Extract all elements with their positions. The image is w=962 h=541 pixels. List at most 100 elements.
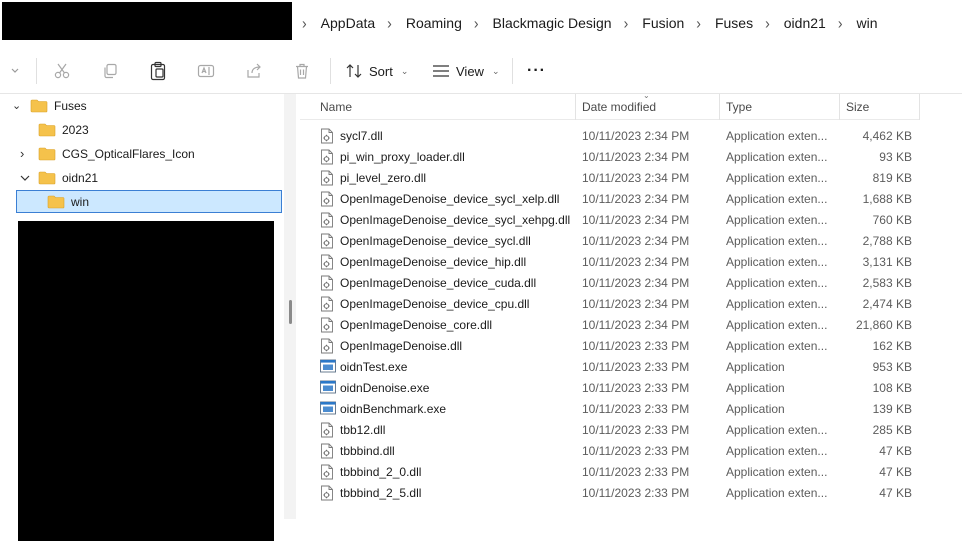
copy-icon[interactable] xyxy=(100,61,120,81)
breadcrumb-item-oidn21[interactable]: oidn21 xyxy=(780,15,832,31)
new-chevron-icon[interactable] xyxy=(10,61,20,81)
table-row[interactable]: oidnBenchmark.exe 10/11/2023 2:33 PM Appli… xyxy=(320,398,920,419)
breadcrumb-item-roaming[interactable]: Roaming xyxy=(402,15,468,31)
table-row[interactable]: OpenImageDenoise_core.dll 10/11/2023 2:34… xyxy=(320,314,920,335)
table-row[interactable]: sycl7.dll 10/11/2023 2:34 PM Application e… xyxy=(320,125,920,146)
address-bar[interactable]: › AppData › Roaming › Blackmagic Design … xyxy=(0,0,962,45)
table-row[interactable]: tbbbind_2_5.dll 10/11/2023 2:33 PM Applica… xyxy=(320,482,920,503)
file-size: 47 KB xyxy=(879,464,912,479)
table-row[interactable]: tbbbind_2_0.dll 10/11/2023 2:33 PM Applica… xyxy=(320,461,920,482)
toolbar-divider xyxy=(512,58,513,84)
table-row[interactable]: OpenImageDenoise_device_sycl_xehpg.dll 10… xyxy=(320,209,920,230)
file-type: Application exten... xyxy=(726,128,828,143)
file-name-cell[interactable]: OpenImageDenoise_device_cuda.dll xyxy=(320,275,536,291)
view-icon xyxy=(433,65,449,77)
share-icon[interactable] xyxy=(244,61,264,81)
column-header-name[interactable]: Name xyxy=(314,94,574,120)
file-name-cell[interactable]: pi_level_zero.dll xyxy=(320,170,426,186)
chevron-right-icon[interactable]: › xyxy=(759,14,780,32)
chevron-down-icon: ⌄ xyxy=(491,65,500,76)
chevron-right-icon[interactable]: › xyxy=(381,14,402,32)
file-size: 2,788 KB xyxy=(862,233,912,248)
table-row[interactable]: tbbbind.dll 10/11/2023 2:33 PM Application… xyxy=(320,440,920,461)
file-name: tbbbind_2_0.dll xyxy=(340,464,422,479)
file-type: Application exten... xyxy=(726,296,828,311)
chevron-right-icon[interactable]: › xyxy=(618,14,639,32)
column-header-date-modified[interactable]: Date modified xyxy=(576,94,718,120)
file-name-cell[interactable]: pi_win_proxy_loader.dll xyxy=(320,149,465,165)
table-row[interactable]: OpenImageDenoise_device_sycl.dll 10/11/20… xyxy=(320,230,920,251)
breadcrumb-item-fusion[interactable]: Fusion xyxy=(638,15,690,31)
file-type: Application exten... xyxy=(726,170,828,185)
nav-item-oidn21[interactable]: oidn21 xyxy=(20,166,98,189)
nav-item-2023[interactable]: 2023 xyxy=(38,118,89,141)
file-name-cell[interactable]: OpenImageDenoise_device_hip.dll xyxy=(320,254,526,270)
rename-icon[interactable] xyxy=(196,61,216,81)
table-row[interactable]: tbb12.dll 10/11/2023 2:33 PM Application e… xyxy=(320,419,920,440)
file-type: Application xyxy=(726,380,785,395)
table-row[interactable]: OpenImageDenoise_device_cuda.dll 10/11/20… xyxy=(320,272,920,293)
file-name-cell[interactable]: tbbbind_2_0.dll xyxy=(320,464,421,480)
file-name-cell[interactable]: tbbbind.dll xyxy=(320,443,395,459)
expanded-chevron-icon[interactable] xyxy=(20,171,38,185)
file-name-cell[interactable]: OpenImageDenoise_device_sycl_xehpg.dll xyxy=(320,212,570,228)
expanded-chevron-icon[interactable]: ⌄ xyxy=(12,99,21,112)
file-type: Application exten... xyxy=(726,254,828,269)
chevron-right-icon[interactable]: › xyxy=(468,14,489,32)
file-name-cell[interactable]: OpenImageDenoise_device_cpu.dll xyxy=(320,296,529,312)
file-name: OpenImageDenoise_device_sycl.dll xyxy=(340,233,531,248)
file-name: OpenImageDenoise.dll xyxy=(340,338,463,353)
breadcrumb-item-win[interactable]: win xyxy=(852,15,883,31)
table-row[interactable]: OpenImageDenoise_device_sycl_xelp.dll 10/… xyxy=(320,188,920,209)
file-list: Name ⌄ Date modified Type Size sycl7.dll… xyxy=(300,91,962,514)
file-name-cell[interactable]: oidnBenchmark.exe xyxy=(320,401,446,417)
file-name-cell[interactable]: sycl7.dll xyxy=(320,128,383,144)
column-header-type[interactable]: Type xyxy=(720,94,838,120)
table-row[interactable]: oidnTest.exe 10/11/2023 2:33 PM Applicatio… xyxy=(320,356,920,377)
nav-scrollbar[interactable] xyxy=(289,300,292,324)
dll-icon xyxy=(320,170,334,186)
file-name-cell[interactable]: OpenImageDenoise_device_sycl_xelp.dll xyxy=(320,191,559,207)
column-header-size[interactable]: Size xyxy=(840,94,920,120)
table-row[interactable]: pi_level_zero.dll 10/11/2023 2:34 PM Appli… xyxy=(320,167,920,188)
chevron-right-icon[interactable]: › xyxy=(690,14,711,32)
nav-item-fuses[interactable]: ⌄ Fuses xyxy=(12,94,87,117)
table-row[interactable]: pi_win_proxy_loader.dll 10/11/2023 2:34 P… xyxy=(320,146,920,167)
file-name-cell[interactable]: OpenImageDenoise_device_sycl.dll xyxy=(320,233,531,249)
nav-item-cgs-opticalflares-icon[interactable]: › CGS_OpticalFlares_Icon xyxy=(20,142,195,165)
breadcrumb-item-appdata[interactable]: AppData xyxy=(317,15,381,31)
file-name-cell[interactable]: tbbbind_2_5.dll xyxy=(320,485,421,501)
table-row[interactable]: OpenImageDenoise_device_cpu.dll 10/11/202… xyxy=(320,293,920,314)
file-name: OpenImageDenoise_device_hip.dll xyxy=(340,254,527,269)
table-row[interactable]: OpenImageDenoise.dll 10/11/2023 2:33 PM Ap… xyxy=(320,335,920,356)
file-name-cell[interactable]: tbb12.dll xyxy=(320,422,385,438)
chevron-right-icon[interactable]: › xyxy=(832,14,853,32)
nav-item-win[interactable]: win xyxy=(16,190,282,213)
sort-icon xyxy=(346,64,362,78)
nav-item-label: CGS_OpticalFlares_Icon xyxy=(62,146,195,161)
file-name-cell[interactable]: OpenImageDenoise_core.dll xyxy=(320,317,492,333)
file-size: 285 KB xyxy=(872,422,912,437)
table-row[interactable]: oidnDenoise.exe 10/11/2023 2:33 PM Applica… xyxy=(320,377,920,398)
breadcrumb-item-fuses[interactable]: Fuses xyxy=(711,15,759,31)
collapsed-chevron-icon[interactable]: › xyxy=(20,146,38,161)
file-name-cell[interactable]: OpenImageDenoise.dll xyxy=(320,338,462,354)
breadcrumb-item-blackmagic-design[interactable]: Blackmagic Design xyxy=(489,15,618,31)
paste-icon[interactable] xyxy=(148,61,168,81)
sort-button[interactable]: Sort ⌄ xyxy=(345,59,408,83)
cut-icon[interactable] xyxy=(52,61,72,81)
file-date-modified: 10/11/2023 2:33 PM xyxy=(582,401,690,416)
more-options-button[interactable]: ··· xyxy=(527,59,546,83)
file-name-cell[interactable]: oidnTest.exe xyxy=(320,359,407,375)
toolbar-divider xyxy=(36,58,37,84)
file-name-cell[interactable]: oidnDenoise.exe xyxy=(320,380,429,396)
toolbar-divider xyxy=(330,58,331,84)
view-button[interactable]: View ⌄ xyxy=(432,59,500,83)
table-row[interactable]: OpenImageDenoise_device_hip.dll 10/11/202… xyxy=(320,251,920,272)
file-size: 819 KB xyxy=(872,170,912,185)
delete-icon[interactable] xyxy=(292,61,312,81)
dll-icon xyxy=(320,254,334,270)
exe-icon xyxy=(320,380,336,396)
column-divider[interactable] xyxy=(919,94,920,120)
folder-icon xyxy=(30,99,48,113)
